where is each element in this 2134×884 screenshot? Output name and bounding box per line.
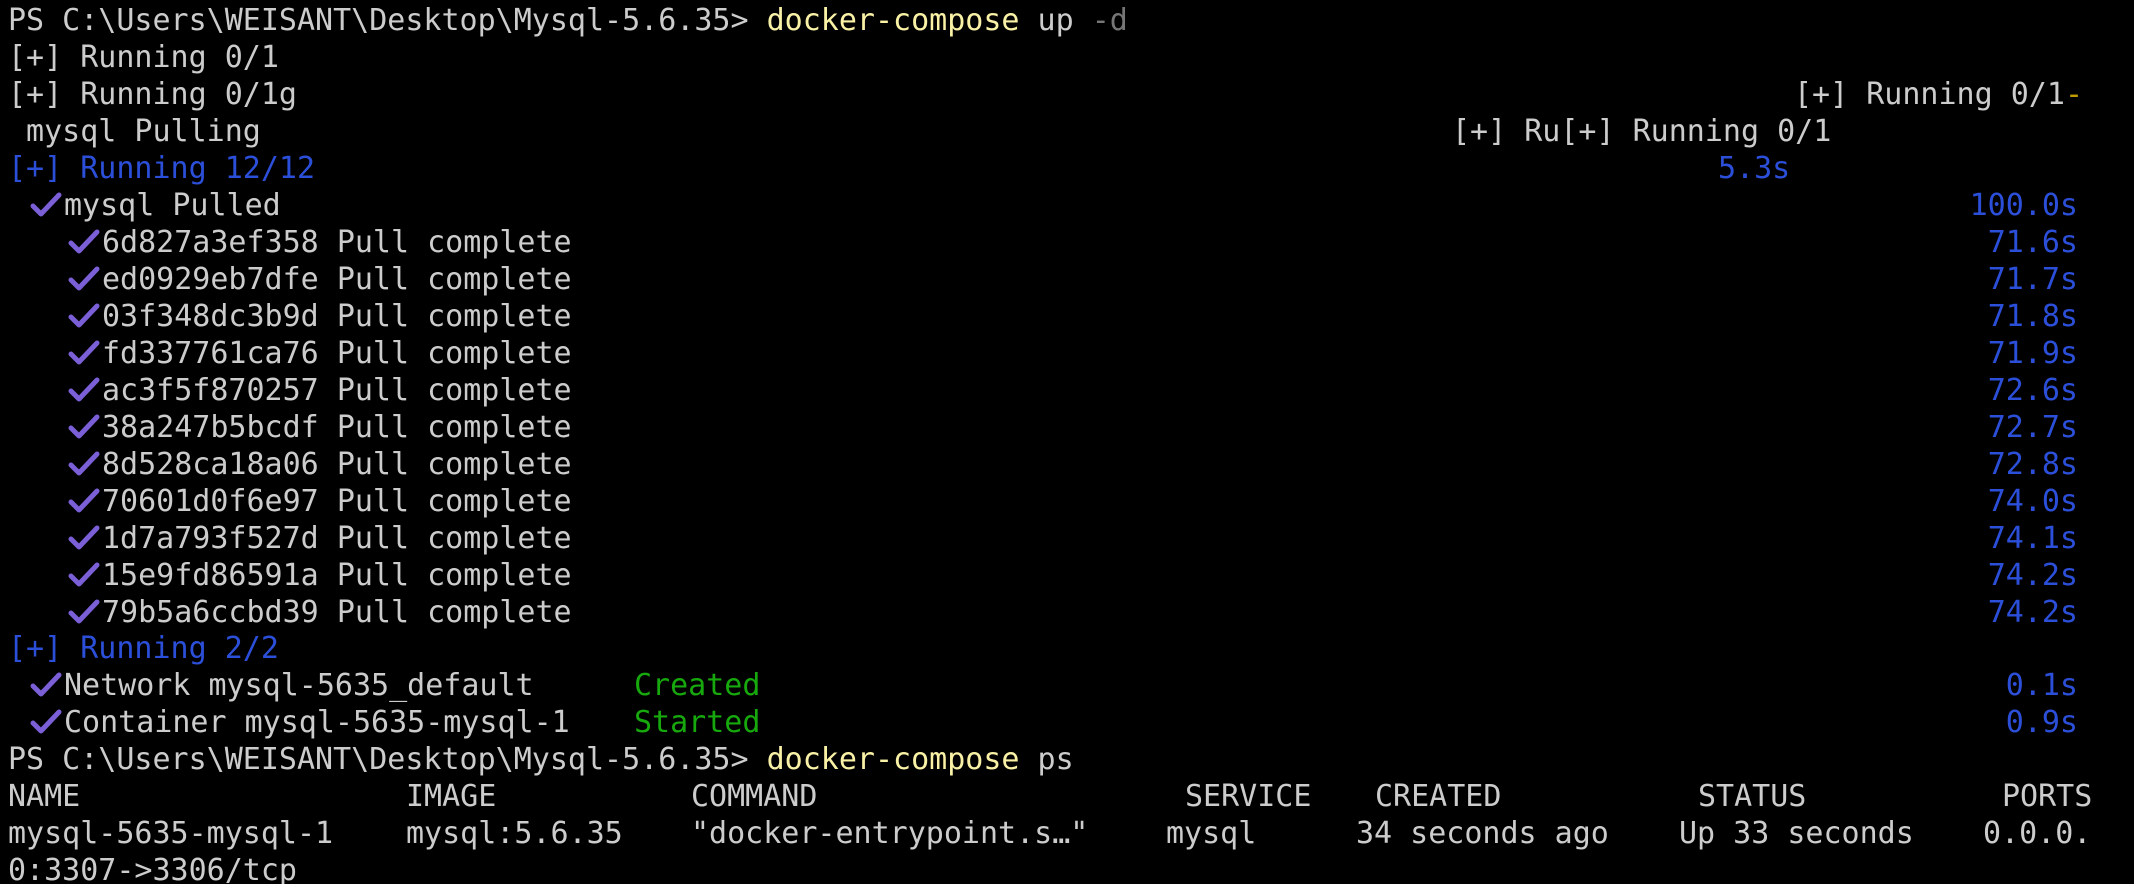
- layer-status: Pull complete: [336, 410, 572, 445]
- progress-line-2: [+] Running 0/1g: [8, 77, 297, 112]
- layer-id: 8d528ca18a06: [102, 447, 319, 482]
- running-12-time: 5.3s: [1718, 151, 1791, 186]
- layer-status: Pull complete: [336, 373, 572, 408]
- checkmark-icon: [68, 224, 102, 261]
- pulled-line: mysql Pulled: [30, 187, 281, 224]
- layer-id: 6d827a3ef358: [102, 225, 319, 260]
- checkmark-icon: [30, 667, 64, 704]
- layer-time: 71.9s: [1987, 336, 2078, 371]
- checkmark-icon: [30, 704, 64, 741]
- layer-time: 71.6s: [1987, 225, 2078, 260]
- layer-line: 38a247b5bcdf Pull complete: [68, 409, 572, 446]
- checkmark-icon: [68, 520, 102, 557]
- layer-id: 1d7a793f527d: [102, 521, 319, 556]
- checkmark-icon: [68, 335, 102, 372]
- container-line: Container mysql-5635-mysql-1: [30, 704, 570, 741]
- container-time: 0.9s: [2005, 705, 2078, 740]
- layer-line: 79b5a6ccbd39 Pull complete: [68, 594, 572, 631]
- network-status: Created: [634, 668, 761, 703]
- checkmark-icon: [30, 187, 64, 224]
- layer-id: 38a247b5bcdf: [102, 410, 319, 445]
- checkmark-icon: [68, 594, 102, 631]
- checkmark-icon: [68, 298, 102, 335]
- prompt-path: PS C:\Users\WEISANT\Desktop\Mysql-5.6.35…: [8, 742, 767, 777]
- layer-id: ed0929eb7dfe: [102, 262, 319, 297]
- layer-line: 15e9fd86591a Pull complete: [68, 557, 572, 594]
- layer-time: 71.8s: [1987, 299, 2078, 334]
- layer-status: Pull complete: [336, 558, 572, 593]
- header-image: IMAGE: [406, 779, 497, 814]
- cell-image: mysql:5.6.35: [406, 816, 623, 851]
- cell-created: 34 seconds ago: [1356, 816, 1609, 851]
- layer-time: 74.2s: [1987, 595, 2078, 630]
- prompt-line-2: PS C:\Users\WEISANT\Desktop\Mysql-5.6.35…: [8, 741, 1074, 778]
- layer-line: 1d7a793f527d Pull complete: [68, 520, 572, 557]
- running-2-label: [+] Running 2/2: [8, 631, 279, 666]
- cell-command: "docker-entrypoint.s…": [691, 816, 1089, 851]
- network-line: Network mysql-5635_default: [30, 667, 534, 704]
- header-ports: PORTS: [2002, 779, 2093, 814]
- progress-line-3-right: [+] Ru[+] Running 0/1: [1452, 114, 1832, 149]
- prompt-path: PS C:\Users\WEISANT\Desktop\Mysql-5.6.35…: [8, 3, 767, 38]
- layer-time: 72.8s: [1987, 447, 2078, 482]
- header-name: NAME: [8, 779, 81, 814]
- header-service: SERVICE: [1185, 779, 1312, 814]
- checkmark-icon: [68, 409, 102, 446]
- layer-id: fd337761ca76: [102, 336, 319, 371]
- layer-time: 74.0s: [1987, 484, 2078, 519]
- progress-line-3: mysql Pulling: [8, 114, 261, 149]
- progress-line-2-right: [+] Running 0/1-: [1794, 77, 2083, 112]
- command-args: ps: [1019, 742, 1074, 777]
- header-created: CREATED: [1375, 779, 1502, 814]
- checkmark-icon: [68, 446, 102, 483]
- layer-status: Pull complete: [336, 521, 572, 556]
- layer-id: 70601d0f6e97: [102, 484, 319, 519]
- cell-ports: 0.0.0.: [1983, 816, 2092, 851]
- cell-name: mysql-5635-mysql-1: [8, 816, 334, 851]
- layer-time: 74.2s: [1987, 558, 2078, 593]
- network-time: 0.1s: [2005, 668, 2078, 703]
- layer-status: Pull complete: [336, 225, 572, 260]
- layer-line: 8d528ca18a06 Pull complete: [68, 446, 572, 483]
- layer-line: 03f348dc3b9d Pull complete: [68, 298, 572, 335]
- terminal-window[interactable]: PS C:\Users\WEISANT\Desktop\Mysql-5.6.35…: [0, 0, 2134, 884]
- checkmark-icon: [68, 557, 102, 594]
- layer-line: 6d827a3ef358 Pull complete: [68, 224, 572, 261]
- command-name: docker-compose: [766, 3, 1020, 38]
- running-12-label: [+] Running 12/12: [8, 151, 316, 186]
- progress-line-1: [+] Running 0/1: [8, 40, 279, 75]
- layer-time: 71.7s: [1987, 262, 2078, 297]
- layer-line: ac3f5f870257 Pull complete: [68, 372, 572, 409]
- layer-time: 74.1s: [1987, 521, 2078, 556]
- checkmark-icon: [68, 261, 102, 298]
- layer-status: Pull complete: [336, 299, 572, 334]
- layer-id: 79b5a6ccbd39: [102, 595, 319, 630]
- layer-time: 72.7s: [1987, 410, 2078, 445]
- command-args: up: [1019, 3, 1092, 38]
- command-flag: -d: [1091, 3, 1128, 38]
- layer-line: ed0929eb7dfe Pull complete: [68, 261, 572, 298]
- cell-service: mysql: [1166, 816, 1257, 851]
- checkmark-icon: [68, 483, 102, 520]
- layer-status: Pull complete: [336, 336, 572, 371]
- layer-status: Pull complete: [336, 262, 572, 297]
- layer-status: Pull complete: [336, 447, 572, 482]
- layer-status: Pull complete: [336, 595, 572, 630]
- header-status: STATUS: [1698, 779, 1807, 814]
- ports-wrap: 0:3307->3306/tcp: [8, 853, 297, 884]
- command-name: docker-compose: [766, 742, 1020, 777]
- layer-id: 15e9fd86591a: [102, 558, 319, 593]
- prompt-line-1: PS C:\Users\WEISANT\Desktop\Mysql-5.6.35…: [8, 2, 1128, 39]
- layer-id: ac3f5f870257: [102, 373, 319, 408]
- layer-line: 70601d0f6e97 Pull complete: [68, 483, 572, 520]
- pulled-time: 100.0s: [1969, 188, 2078, 223]
- layer-line: fd337761ca76 Pull complete: [68, 335, 572, 372]
- cell-status: Up 33 seconds: [1679, 816, 1914, 851]
- container-status: Started: [634, 705, 761, 740]
- layer-status: Pull complete: [336, 484, 572, 519]
- layer-id: 03f348dc3b9d: [102, 299, 319, 334]
- layer-time: 72.6s: [1987, 373, 2078, 408]
- checkmark-icon: [68, 372, 102, 409]
- header-command: COMMAND: [691, 779, 818, 814]
